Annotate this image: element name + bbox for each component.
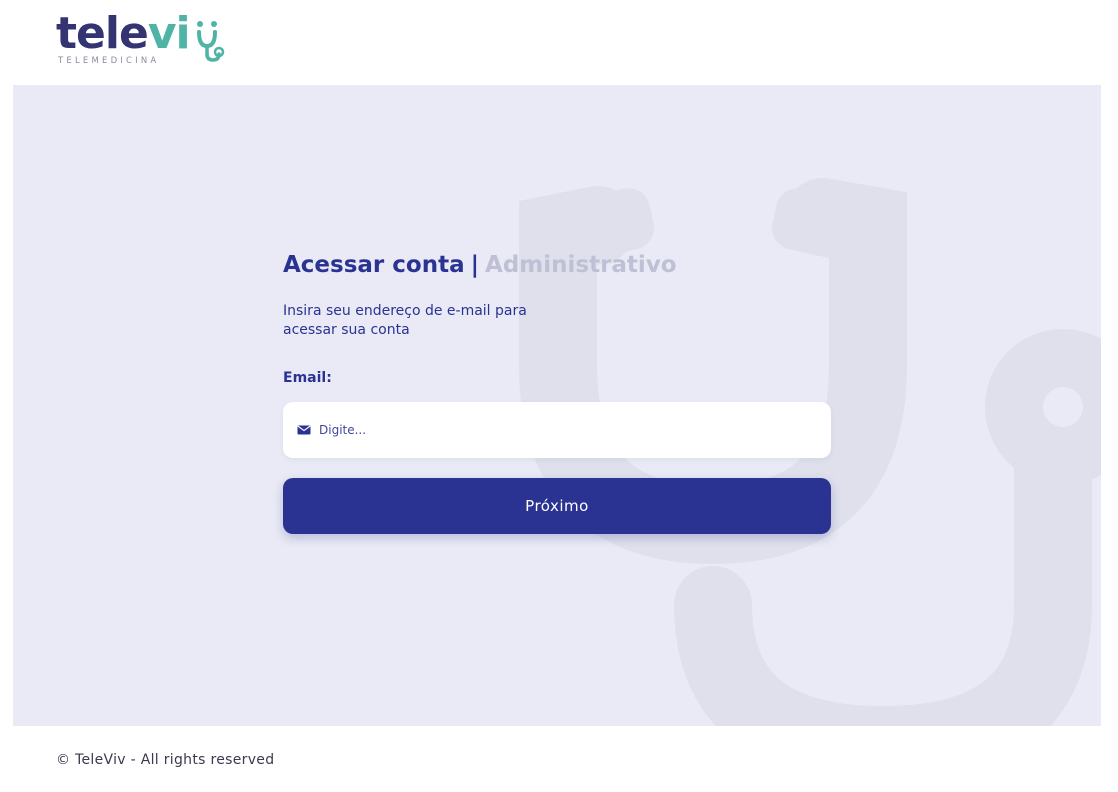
title-separator: | [470,252,480,278]
login-form: Acessar conta | Administrativo Insira seu … [283,250,831,534]
logo-tagline: TELEMEDICINA [58,56,160,66]
login-panel: Acessar conta | Administrativo Insira seu … [13,85,1101,726]
logo-wordmark: televi [56,8,191,60]
stethoscope-icon [197,21,225,62]
logo-word-teal: vi [147,8,191,59]
page-title: Acessar conta | Administrativo [283,250,831,280]
footer-copyright: © TeleViv - All rights reserved [56,752,275,768]
envelope-icon [297,425,311,435]
title-role: Administrativo [485,252,677,278]
televiv-logo[interactable]: televi TELEMEDICINA [56,8,236,70]
email-field[interactable] [283,402,831,458]
next-button[interactable]: Próximo [283,478,831,534]
email-input[interactable] [319,402,819,458]
title-main: Acessar conta [283,252,465,278]
email-label: Email: [283,370,332,386]
logo-word-dark: tele [56,8,149,59]
header: televi TELEMEDICINA [0,0,1118,85]
form-instructions: Insira seu endereço de e-mail para acess… [283,303,527,338]
